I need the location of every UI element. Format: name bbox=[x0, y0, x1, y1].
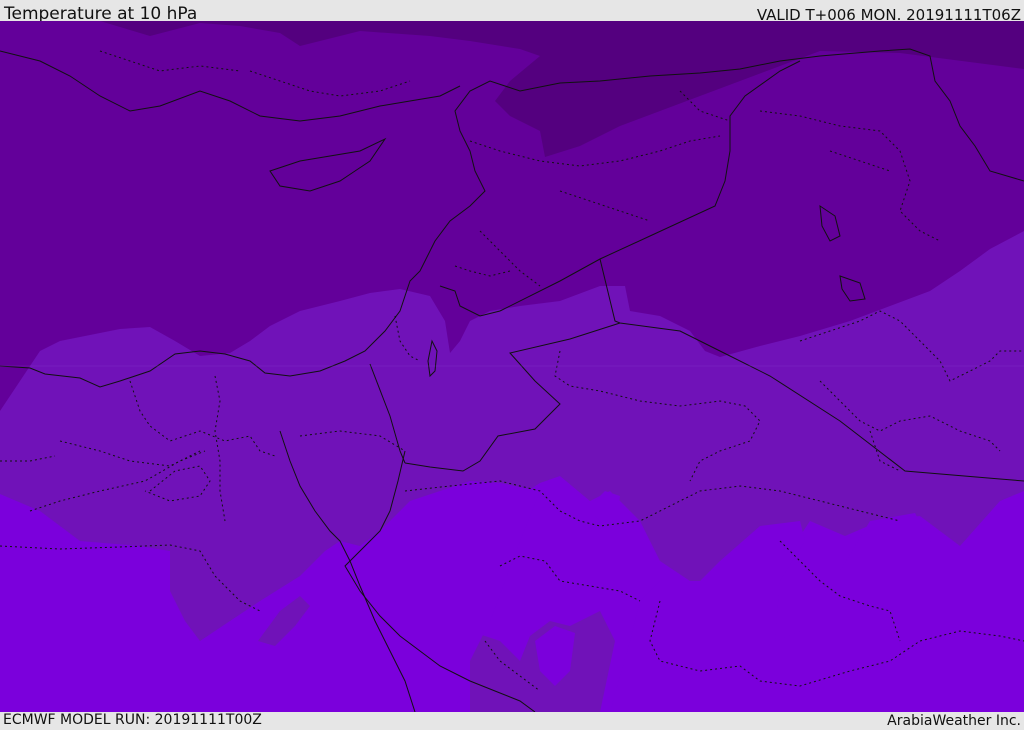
footer-bar: ECMWF MODEL RUN: 20191111T00Z ArabiaWeat… bbox=[0, 712, 1024, 729]
header-bar: Temperature at 10 hPa VALID T+006 MON. 2… bbox=[0, 0, 1024, 24]
model-run-label: ECMWF MODEL RUN: 20191111T00Z bbox=[3, 712, 262, 728]
credit-label: ArabiaWeather Inc. bbox=[887, 713, 1021, 729]
temperature-map bbox=[0, 21, 1024, 712]
